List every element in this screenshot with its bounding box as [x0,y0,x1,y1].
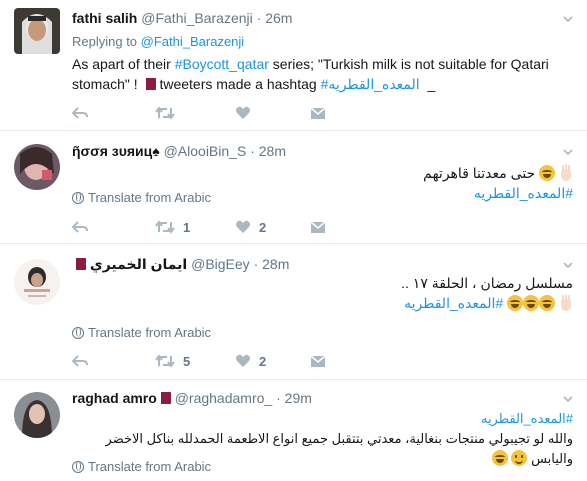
dm-button[interactable] [310,351,326,371]
qatar-flag-icon [156,392,171,404]
qatar-flag-icon [141,78,156,90]
tweet-header: fathi salih @Fathi_Barazenji · 26m [72,10,293,26]
dm-icon [310,355,326,367]
like-button[interactable]: 2 [235,351,266,371]
display-name[interactable]: fathi salih [72,10,137,26]
hashtag-link[interactable]: #المعده_القطريه [474,185,573,201]
globe-icon [72,461,84,473]
timestamp[interactable]: 28m [259,143,286,159]
caret-down-icon[interactable] [563,394,573,404]
replying-handle-link[interactable]: @Fathi_Barazenji [141,34,245,49]
spade-icon: ♠ [152,143,160,159]
globe-icon [72,327,84,339]
avatar[interactable] [14,144,60,190]
retweet-count: 5 [183,353,191,369]
timestamp[interactable]: 29m [285,390,312,406]
dm-button[interactable] [310,217,326,237]
laughing-emoji [507,295,524,311]
replying-label: Replying to [72,34,141,49]
avatar[interactable] [14,392,60,438]
tweet-actions: 1 2 [72,217,392,237]
display-name[interactable]: ῆσσя зυяиц [72,143,152,159]
retweet-icon [155,220,175,234]
display-name[interactable]: ايمان الخميري [90,256,187,272]
laughing-emoji [523,295,540,311]
tweet[interactable]: raghad amro @raghadamro_ · 29m #المعده_ا… [0,380,587,481]
retweet-count: 1 [183,219,191,235]
translate-link[interactable]: Translate from Arabic [72,459,211,474]
laughing-emoji [539,295,556,311]
user-handle[interactable]: @BigEey [191,256,250,272]
like-button[interactable]: 2 [235,217,266,237]
globe-icon [72,192,84,204]
reply-button[interactable] [72,103,88,123]
raised-hand-emoji [559,295,573,311]
display-name[interactable]: raghad amro [72,390,157,406]
hashtag-link[interactable]: #المعده_القطريه [404,295,503,311]
user-handle[interactable]: @Fathi_Barazenji [141,10,253,26]
tweet-header: ايمان الخميري @BigEey · 28m [72,256,289,273]
user-handle[interactable]: @AlooiBin_S [164,143,247,159]
tweet-actions: 5 2 [72,351,392,371]
caret-down-icon[interactable] [563,147,573,157]
tweet-header: ῆσσя зυяиц♠ @AlooiBin_S · 28m [72,143,286,159]
tweet-actions [72,103,392,123]
retweet-button[interactable]: 1 [155,217,190,237]
caret-down-icon[interactable] [563,260,573,270]
like-count: 2 [259,219,267,235]
avatar[interactable] [14,8,60,54]
translate-link[interactable]: Translate from Arabic [72,325,211,340]
caret-down-icon[interactable] [563,14,573,24]
hashtag-link[interactable]: #المعده_القطريه [321,76,420,92]
tweet[interactable]: fathi salih @Fathi_Barazenji · 26m Reply… [0,0,587,131]
dm-icon [310,221,326,233]
smiling-emoji [511,450,528,466]
retweet-icon [155,106,175,120]
dm-icon [310,107,326,119]
user-handle[interactable]: @raghadamro_ [175,390,273,406]
laughing-emoji [491,450,508,466]
tweet[interactable]: ῆσσя зυяиц♠ @AlooiBin_S · 28m حتى معدتنا… [0,131,587,244]
replying-to: Replying to @Fathi_Barazenji [72,34,244,49]
like-icon [236,106,250,119]
reply-icon [72,355,88,367]
laughing-emoji [539,165,556,181]
tweet-text: As apart of their #Boycott_qatar series;… [72,56,549,92]
tweet[interactable]: ايمان الخميري @BigEey · 28m مسلسل رمضان … [0,244,587,380]
qatar-flag-icon [72,258,86,270]
timestamp[interactable]: 28m [262,256,289,272]
avatar[interactable] [14,259,60,305]
tweet-header: raghad amro @raghadamro_ · 29m [72,390,312,406]
hashtag-link[interactable]: #Boycott_qatar [175,56,269,72]
victory-hand-emoji [559,165,573,181]
reply-button[interactable] [72,217,88,237]
like-icon [236,354,250,367]
translate-link[interactable]: Translate from Arabic [72,190,211,205]
reply-button[interactable] [72,351,88,371]
like-count: 2 [259,353,267,369]
timestamp[interactable]: 26m [265,10,292,26]
retweet-button[interactable]: 5 [155,351,190,371]
retweet-button[interactable] [155,103,175,123]
like-icon [236,220,250,233]
reply-icon [72,221,88,233]
retweet-icon [155,354,175,368]
reply-icon [72,107,88,119]
tweet-text: مسلسل رمضان ، الحلقة ١٧ .. #المعده_القطر… [401,275,573,311]
dm-button[interactable] [310,103,326,123]
hashtag-link[interactable]: #المعده_القطريه [481,411,573,426]
like-button[interactable] [235,103,251,123]
